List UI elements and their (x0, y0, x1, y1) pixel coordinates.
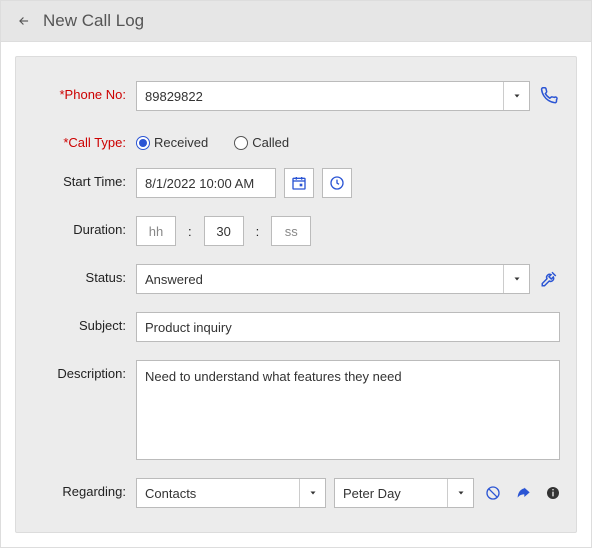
calltype-received-text: Received (154, 135, 208, 150)
prohibit-icon (485, 485, 501, 501)
calltype-received-option[interactable]: Received (136, 135, 208, 150)
calltype-called-radio[interactable] (234, 136, 248, 150)
calltype-received-radio[interactable] (136, 136, 150, 150)
subject-label: Subject: (26, 312, 136, 333)
regarding-type-caret[interactable] (299, 479, 325, 507)
calendar-icon (291, 175, 307, 191)
starttime-input[interactable]: 8/1/2022 10:00 AM (136, 168, 276, 198)
form-panel: *Phone No: 89829822 *Call Type: Rec (15, 56, 577, 533)
duration-seconds-input[interactable] (271, 216, 311, 246)
calltype-called-text: Called (252, 135, 289, 150)
regarding-record-value: Peter Day (343, 486, 401, 501)
phone-dropdown-caret[interactable] (503, 82, 529, 110)
regarding-goto-button[interactable] (512, 482, 534, 504)
duration-sep1: : (184, 224, 196, 239)
regarding-label: Regarding: (26, 478, 136, 499)
subject-input[interactable] (136, 312, 560, 342)
status-value: Answered (145, 272, 203, 287)
regarding-record-combo[interactable]: Peter Day (334, 478, 474, 508)
caret-down-icon (512, 91, 522, 101)
starttime-value: 8/1/2022 10:00 AM (145, 176, 254, 191)
duration-minutes-input[interactable] (204, 216, 244, 246)
share-arrow-icon (515, 485, 531, 501)
regarding-clear-button[interactable] (482, 482, 504, 504)
arrow-left-icon (17, 14, 31, 28)
phone-combo[interactable]: 89829822 (136, 81, 530, 111)
phone-value: 89829822 (145, 89, 203, 104)
description-label: Description: (26, 360, 136, 381)
caret-down-icon (512, 274, 522, 284)
page-header: New Call Log (0, 0, 592, 42)
starttime-label: Start Time: (26, 168, 136, 189)
caret-down-icon (456, 488, 466, 498)
status-tools-button[interactable] (538, 268, 560, 290)
duration-sep2: : (252, 224, 264, 239)
regarding-type-value: Contacts (145, 486, 196, 501)
time-picker-button[interactable] (322, 168, 352, 198)
duration-hours-input[interactable] (136, 216, 176, 246)
clock-icon (329, 175, 345, 191)
regarding-type-combo[interactable]: Contacts (136, 478, 326, 508)
calltype-called-option[interactable]: Called (234, 135, 289, 150)
page-title: New Call Log (43, 11, 144, 31)
regarding-record-caret[interactable] (447, 479, 473, 507)
caret-down-icon (308, 488, 318, 498)
call-button[interactable] (538, 85, 560, 107)
phone-icon (540, 87, 558, 105)
status-label: Status: (26, 264, 136, 285)
tools-icon (540, 270, 558, 288)
calltype-label: *Call Type: (26, 129, 136, 150)
phone-label: *Phone No: (26, 81, 136, 102)
status-combo[interactable]: Answered (136, 264, 530, 294)
date-picker-button[interactable] (284, 168, 314, 198)
description-textarea[interactable] (136, 360, 560, 460)
info-icon (545, 485, 561, 501)
back-button[interactable] (15, 12, 33, 30)
duration-label: Duration: (26, 216, 136, 237)
status-dropdown-caret[interactable] (503, 265, 529, 293)
regarding-info-button[interactable] (542, 482, 564, 504)
